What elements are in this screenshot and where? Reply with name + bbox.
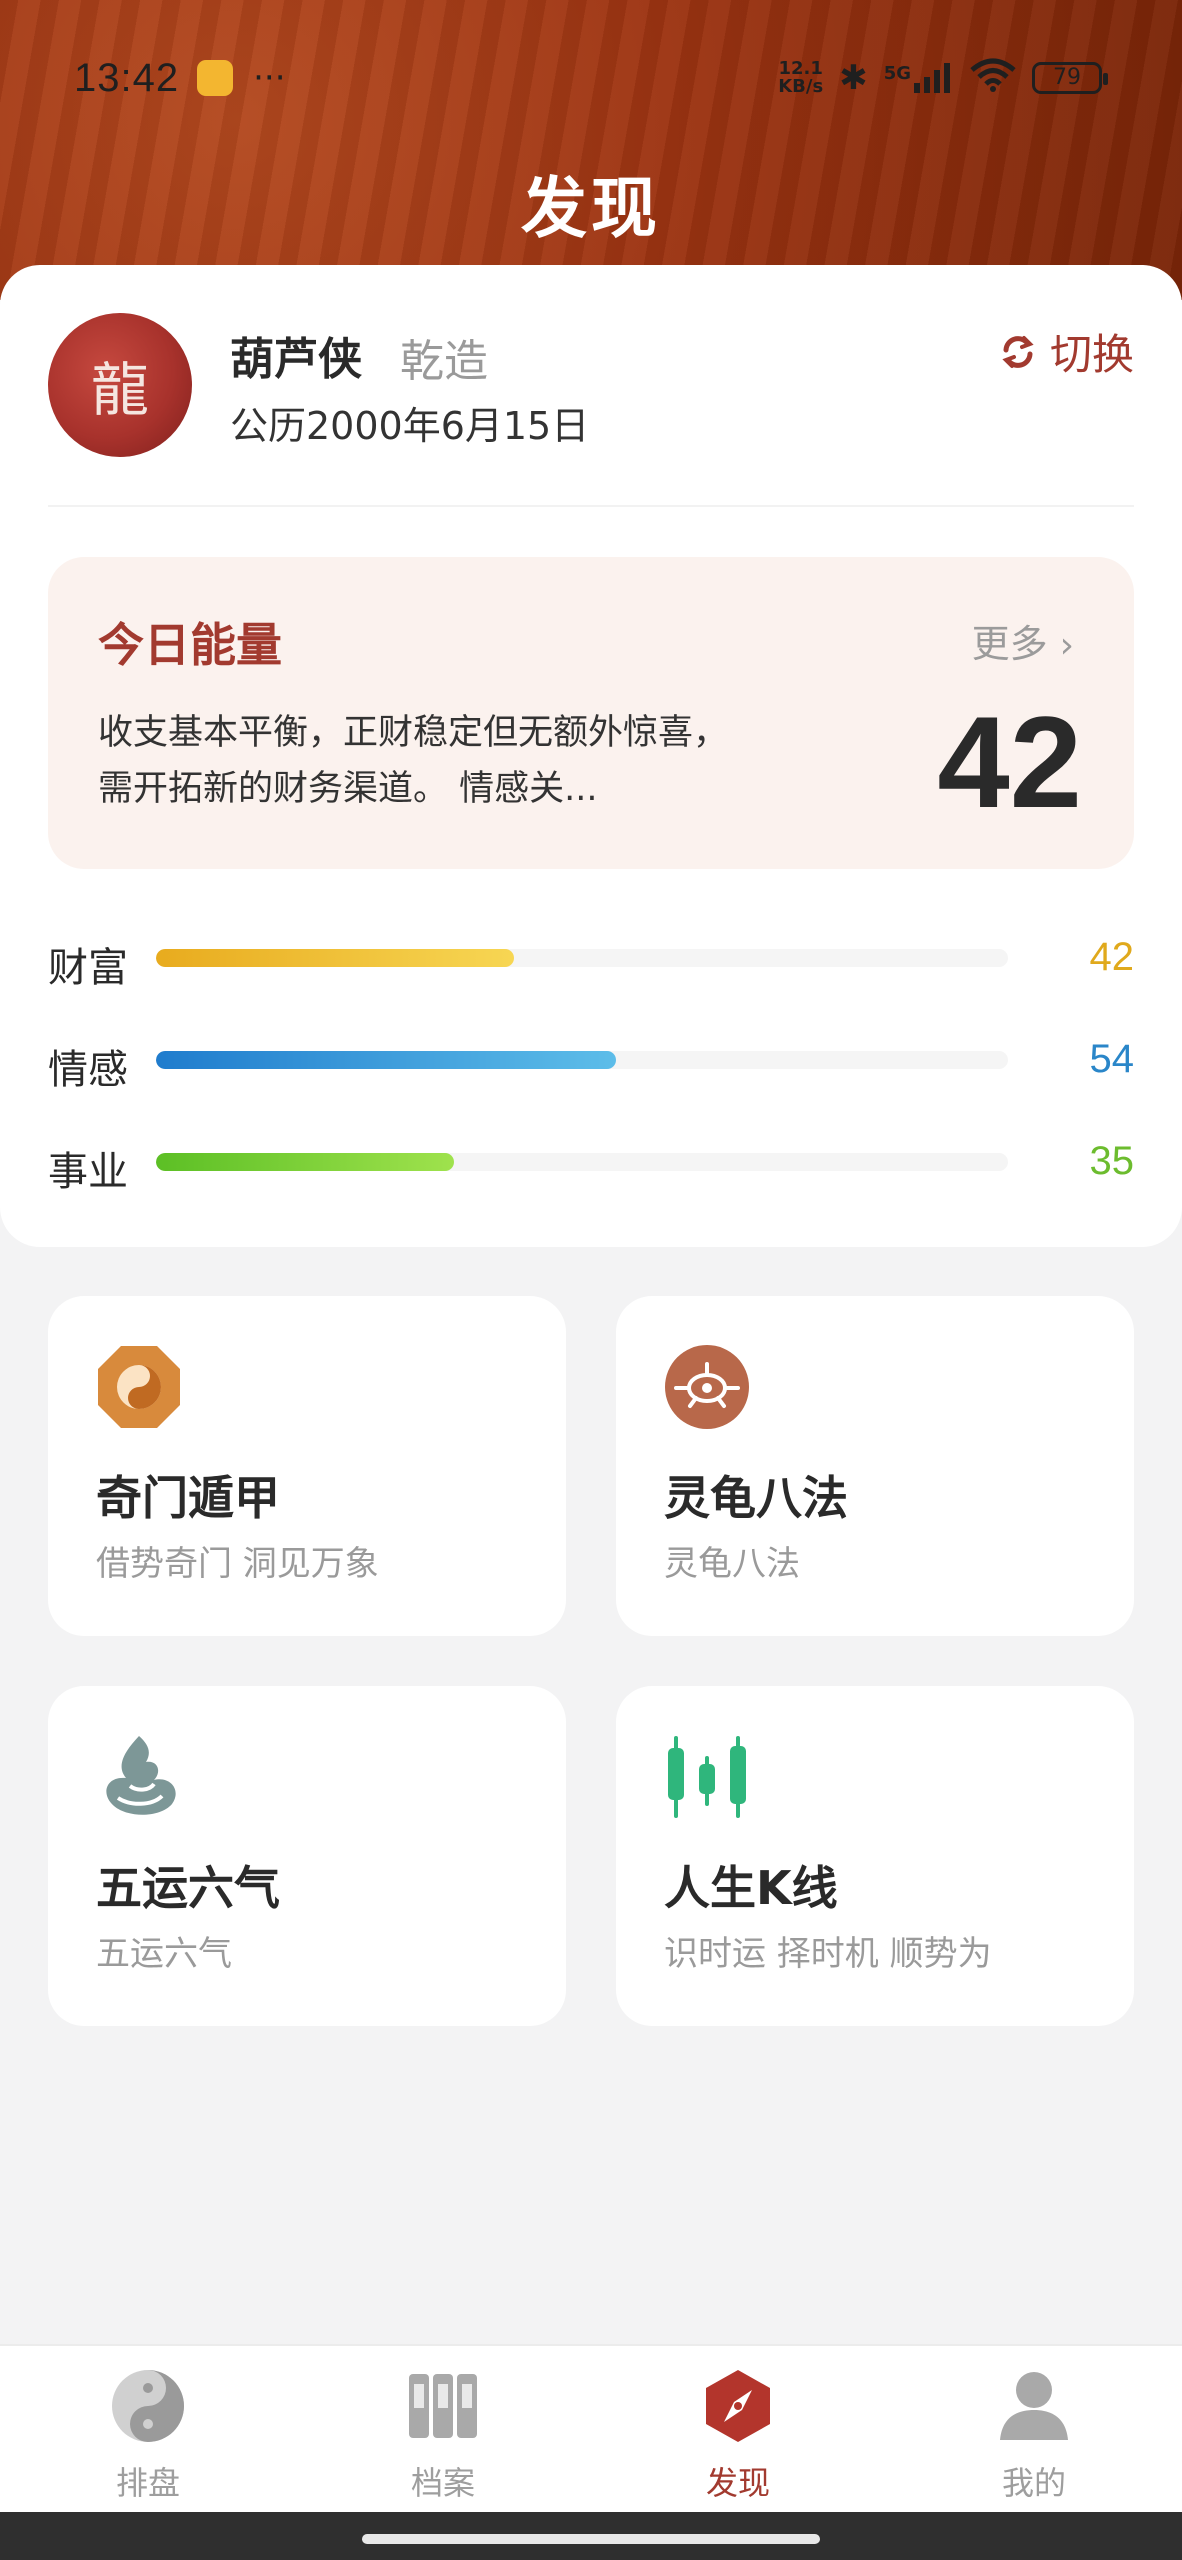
tab-label: 排盘 <box>115 2464 180 2502</box>
tab-paipan[interactable]: 排盘 <box>78 2368 218 2504</box>
tile-linggui[interactable]: 灵龟八法 灵龟八法 <box>616 1296 1134 1636</box>
battery-icon: 79 <box>1032 62 1108 94</box>
switch-profile-button[interactable]: 切换 <box>998 321 1134 382</box>
profile-name: 葫芦侠 <box>230 334 362 385</box>
stat-track <box>156 1153 1008 1171</box>
tile-subtitle: 五运六气 <box>96 1934 232 1974</box>
avatar-seal-glyph: 龍 <box>90 356 149 424</box>
more-label: 更多 <box>971 622 1048 666</box>
stat-value: 35 <box>1089 1139 1135 1183</box>
net-speed: 12.1 KB/s <box>778 60 823 96</box>
tab-archive[interactable]: 档案 <box>373 2368 513 2504</box>
stat-row-wealth: 财富 42 <box>48 929 1135 991</box>
energy-score: 42 <box>937 689 1082 835</box>
turtle-icon <box>665 1345 749 1429</box>
tab-discover[interactable]: 发现 <box>668 2368 808 2504</box>
avatar[interactable]: 龍 <box>48 313 192 457</box>
system-nav-bar <box>0 2512 1182 2560</box>
stat-label: 情感 <box>48 1047 128 1093</box>
tile-title: 五运六气 <box>96 1861 280 1915</box>
bagua-icon <box>98 1346 180 1428</box>
tab-mine[interactable]: 我的 <box>964 2368 1104 2504</box>
tile-subtitle: 灵龟八法 <box>664 1544 800 1584</box>
tile-wuyun[interactable]: 五运六气 五运六气 <box>48 1686 566 2026</box>
compass-icon <box>706 2370 770 2442</box>
home-indicator[interactable] <box>362 2534 820 2544</box>
notification-app-icon <box>197 60 234 96</box>
tab-label: 档案 <box>410 2464 475 2502</box>
status-time: 13:42 <box>74 55 180 100</box>
energy-title: 今日能量 <box>98 618 282 672</box>
bluetooth-icon: ✱ <box>839 58 868 98</box>
tile-kline[interactable]: 人生K线 识时运 择时机 顺势为 <box>616 1686 1134 2026</box>
stat-fill <box>156 949 514 967</box>
chevron-right-icon: › <box>1059 625 1074 666</box>
status-bar: 13:42 ··· 12.1 KB/s ✱ 5G 79 <box>74 48 1108 108</box>
stat-fill <box>156 1051 617 1069</box>
profile-gender: 乾造 <box>400 336 488 387</box>
bottom-tab-bar: 排盘 档案 发现 我的 <box>0 2344 1182 2514</box>
tile-subtitle: 识时运 择时机 顺势为 <box>664 1934 992 1974</box>
divider <box>48 505 1134 507</box>
wind-swirl-icon <box>106 1736 176 1815</box>
profile-energy-card: 龍 葫芦侠 乾造 公历2000年6月15日 切换 今日能量 更多 › 收支基本平衡… <box>0 265 1182 1247</box>
battery-level: 79 <box>1053 65 1081 90</box>
switch-label: 切换 <box>1049 330 1134 379</box>
header-background: 13:42 ··· 12.1 KB/s ✱ 5G 79 发现 <box>0 0 1182 300</box>
page-title: 发现 <box>521 169 661 247</box>
stat-label: 事业 <box>48 1149 128 1195</box>
stat-row-career: 事业 35 <box>48 1133 1135 1195</box>
candlestick-icon <box>668 1736 746 1818</box>
tab-label: 我的 <box>1001 2464 1066 2502</box>
tile-qimen[interactable]: 奇门遁甲 借势奇门 洞见万象 <box>48 1296 566 1636</box>
stat-track <box>156 1051 1008 1069</box>
stat-value: 54 <box>1089 1037 1135 1081</box>
tile-title: 奇门遁甲 <box>96 1471 280 1525</box>
stat-value: 42 <box>1089 935 1135 979</box>
profile-section: 龍 葫芦侠 乾造 公历2000年6月15日 切换 <box>48 313 1134 463</box>
status-more-dots: ··· <box>253 58 286 98</box>
signal-icon: 5G <box>884 63 954 93</box>
user-icon <box>1000 2372 1068 2440</box>
stat-label: 财富 <box>48 945 128 991</box>
yin-yang-icon <box>112 2370 184 2442</box>
stat-track <box>156 949 1008 967</box>
stat-row-emotion: 情感 54 <box>48 1031 1135 1093</box>
energy-more-link[interactable]: 更多 › <box>972 613 1074 668</box>
signal-type: 5G <box>883 63 911 84</box>
stat-fill <box>156 1153 455 1171</box>
wifi-icon <box>970 58 1016 99</box>
tile-title: 人生K线 <box>664 1861 838 1915</box>
refresh-icon <box>1002 335 1034 368</box>
profile-birth-date: 公历2000年6月15日 <box>230 404 590 448</box>
tab-label: 发现 <box>705 2464 770 2502</box>
energy-description: 收支基本平衡，正财稳定但无额外惊喜，需开拓新的财务渠道。 情感关... <box>98 713 729 809</box>
tile-title: 灵龟八法 <box>664 1471 848 1525</box>
today-energy-card[interactable]: 今日能量 更多 › 收支基本平衡，正财稳定但无额外惊喜，需开拓新的财务渠道。 情感… <box>48 557 1134 869</box>
net-speed-unit: KB/s <box>778 76 824 97</box>
archive-icon <box>409 2374 477 2438</box>
tile-subtitle: 借势奇门 洞见万象 <box>96 1544 379 1584</box>
